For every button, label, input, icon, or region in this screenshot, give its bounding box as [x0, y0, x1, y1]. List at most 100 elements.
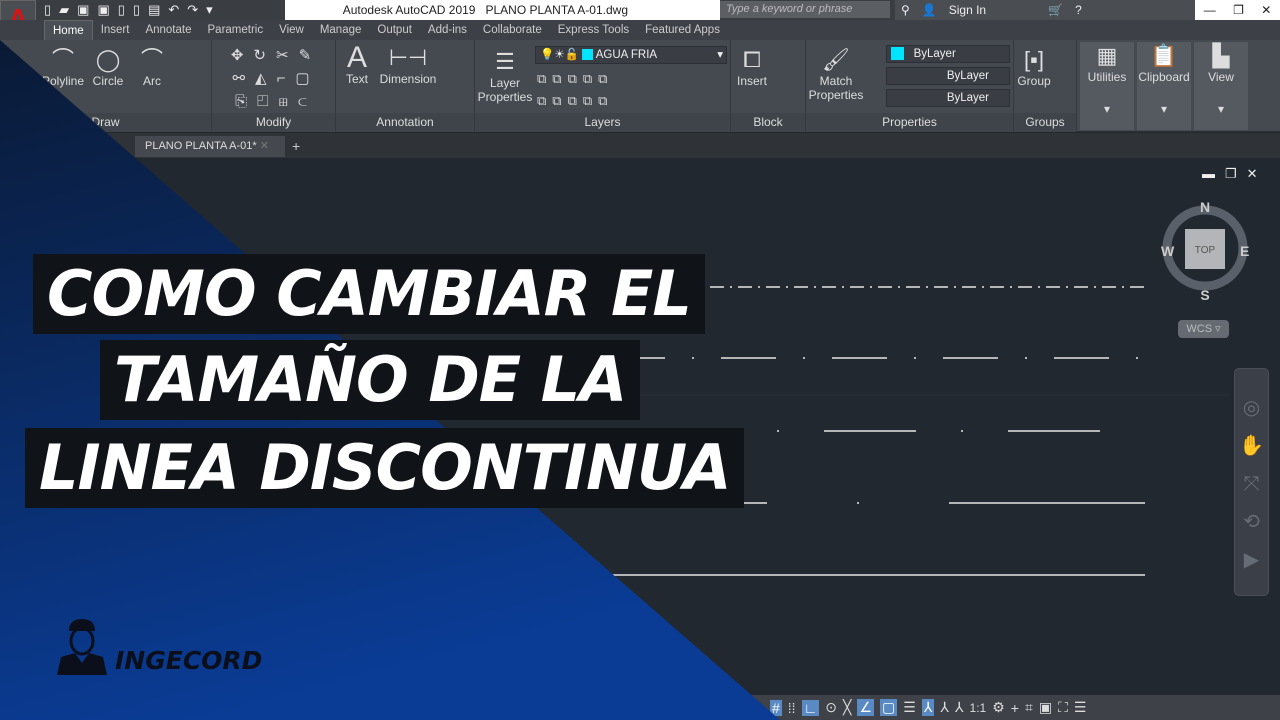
ucs-dropdown[interactable]: WCS ▿ [1178, 320, 1229, 338]
clipboard-button[interactable]: 📋 Clipboard ▾ [1137, 42, 1191, 130]
clean-screen-icon[interactable]: ⛶ [1058, 699, 1068, 716]
polar-icon[interactable]: ⊙ [825, 699, 837, 716]
undo-icon[interactable]: ↶ [168, 2, 179, 18]
isodraft-icon[interactable]: ╳ [843, 699, 851, 716]
scale-dropdown[interactable]: 1:1 [970, 701, 987, 715]
dimension-button[interactable]: ⊢⊣ Dimension [378, 44, 438, 86]
cart-icon[interactable]: 🛒 [1048, 0, 1063, 20]
tab-annotate[interactable]: Annotate [137, 20, 199, 40]
new-tab-icon[interactable]: + [292, 138, 300, 154]
group-button[interactable]: [▪] Group [1016, 46, 1052, 88]
tab-addins[interactable]: Add-ins [420, 20, 475, 40]
viewcube[interactable]: TOP N S W E [1158, 198, 1252, 302]
insert-button[interactable]: ⧠ Insert [733, 46, 771, 88]
units-icon[interactable]: ⌗ [1025, 699, 1033, 716]
draw-panel-title[interactable]: Draw [0, 113, 211, 132]
open-icon[interactable]: ▰ [59, 2, 69, 18]
modify-panel-title[interactable]: Modify [212, 113, 335, 132]
block-panel-title[interactable]: Block [731, 113, 805, 132]
tab-collaborate[interactable]: Collaborate [475, 20, 550, 40]
print-icon[interactable]: ▤ [148, 2, 160, 18]
orbit-icon[interactable]: ⟲ [1235, 503, 1268, 541]
match-properties-button[interactable]: 🖌 Match Properties [808, 46, 864, 102]
layer-tools[interactable]: ⧉⧉⧉⧉⧉ ⧉⧉⧉⧉⧉ [537, 68, 613, 112]
arc-button[interactable]: ⌒ Arc [132, 46, 172, 88]
polyline-label: Polyline [41, 74, 85, 88]
lineweight-icon[interactable]: ☰ [903, 699, 916, 716]
showmotion-icon[interactable]: ▶ [1235, 541, 1268, 579]
view-button[interactable]: ▙ View ▾ [1194, 42, 1248, 130]
zoom-extents-icon[interactable]: ⤧ [1235, 465, 1268, 503]
customize-icon[interactable]: ▾ [206, 2, 213, 18]
layer-dropdown[interactable]: 💡☀🔓 AGUA FRIA ▾ [535, 46, 727, 64]
modify-panel: ✥↻✂✎ ⚯◭⌐▢ ⎘◰⊞⊂ Modify [212, 40, 336, 132]
circle-button[interactable]: ◯ Circle [88, 46, 128, 88]
color-swatch [891, 47, 904, 61]
pan-icon[interactable]: ✋ [1235, 427, 1268, 465]
restore-icon[interactable]: ❐ [1233, 0, 1244, 20]
lineweight-dropdown[interactable]: ByLayer [886, 67, 1010, 85]
new-icon[interactable]: ▯ [44, 2, 51, 18]
minimize-viewport-icon[interactable]: ▬ [1202, 166, 1215, 182]
steering-wheel-icon[interactable]: ◎ [1235, 389, 1268, 427]
status-bar: # ⁞⁞ ∟ ⊙ ╳ ∠ ▢ ☰ ⅄ ⅄ ⅄ 1:1 ⚙ + ⌗ ▣ ⛶ ☰ [0, 695, 1280, 720]
snap-icon[interactable]: ⁞⁞ [788, 700, 796, 716]
block-panel: ⧠ Insert Block [731, 40, 806, 132]
user-icon: 👤 [921, 3, 937, 17]
binoculars-icon[interactable]: ⚲ [901, 0, 910, 20]
headline-line-1: COMO CAMBIAR EL [33, 254, 705, 334]
polyline-button[interactable]: ⌒ Polyline [40, 46, 86, 88]
text-button[interactable]: A Text [342, 43, 372, 87]
groups-panel-title[interactable]: Groups [1014, 113, 1076, 132]
properties-panel-title[interactable]: Properties [806, 113, 1013, 132]
groups-panel: [▪] Group Groups [1014, 40, 1077, 132]
workspace-gear-icon[interactable]: ⚙ [992, 699, 1005, 716]
layer-properties-button[interactable]: ☰ Layer Properties [477, 48, 533, 104]
tab-express-tools[interactable]: Express Tools [550, 20, 637, 40]
autoscale-icon[interactable]: ⅄ [940, 699, 949, 716]
osnap-tracking-icon[interactable]: ∠ [857, 699, 875, 716]
circle-icon: ◯ [95, 47, 121, 72]
arc-icon: ⌒ [140, 47, 163, 72]
annotation-scale-icon[interactable]: ⅄ [955, 699, 964, 716]
grid-icon[interactable]: # [770, 699, 782, 716]
modify-tools[interactable]: ✥↻✂✎ ⚯◭⌐▢ ⎘◰⊞⊂ [218, 44, 334, 113]
annotation-monitor-icon[interactable]: + [1011, 700, 1019, 716]
search-input[interactable]: Type a keyword or phrase [720, 1, 890, 18]
help-icon[interactable]: ? [1075, 0, 1082, 20]
compass-n: N [1200, 199, 1210, 215]
utilities-button[interactable]: ▦ Utilities ▾ [1080, 42, 1134, 130]
sign-in-button[interactable]: Sign In [949, 0, 986, 20]
tab-insert[interactable]: Insert [93, 20, 138, 40]
minimize-icon[interactable]: — [1204, 0, 1216, 20]
close-icon[interactable]: ✕ [1261, 0, 1271, 20]
tab-output[interactable]: Output [369, 20, 420, 40]
saveas-icon[interactable]: ▣ [97, 2, 109, 18]
tab-manage[interactable]: Manage [312, 20, 370, 40]
quick-properties-icon[interactable]: ▣ [1039, 699, 1052, 716]
cloud-save-icon[interactable]: ▯ [133, 2, 140, 18]
tab-featured-apps[interactable]: Featured Apps [637, 20, 728, 40]
osnap-icon[interactable]: ▢ [880, 699, 898, 716]
layers-panel-title[interactable]: Layers [475, 113, 730, 132]
close-tab-icon[interactable]: ✕ [260, 140, 269, 152]
insert-icon: ⧠ [743, 47, 761, 72]
annotation-visibility-icon[interactable]: ⅄ [921, 699, 935, 716]
cloud-open-icon[interactable]: ▯ [118, 2, 125, 18]
tab-home[interactable]: Home [44, 20, 93, 40]
annotation-panel-title[interactable]: Annotation [336, 113, 474, 132]
color-dropdown[interactable]: ByLayer [886, 45, 1010, 63]
tab-view[interactable]: View [271, 20, 312, 40]
close-viewport-icon[interactable]: ✕ [1247, 166, 1258, 182]
linetype-dropdown[interactable]: ByLayer [886, 89, 1010, 107]
document-tab[interactable]: PLANO PLANTA A-01* ✕ [135, 136, 285, 157]
redo-icon[interactable]: ↷ [187, 2, 198, 18]
drawing-canvas[interactable] [0, 158, 1280, 695]
group-label: Group [1017, 74, 1051, 88]
circle-label: Circle [92, 74, 124, 88]
customization-icon[interactable]: ☰ [1074, 699, 1087, 716]
tab-parametric[interactable]: Parametric [200, 20, 272, 40]
save-icon[interactable]: ▣ [77, 2, 89, 18]
restore-viewport-icon[interactable]: ❐ [1225, 166, 1237, 182]
ortho-icon[interactable]: ∟ [801, 699, 820, 716]
